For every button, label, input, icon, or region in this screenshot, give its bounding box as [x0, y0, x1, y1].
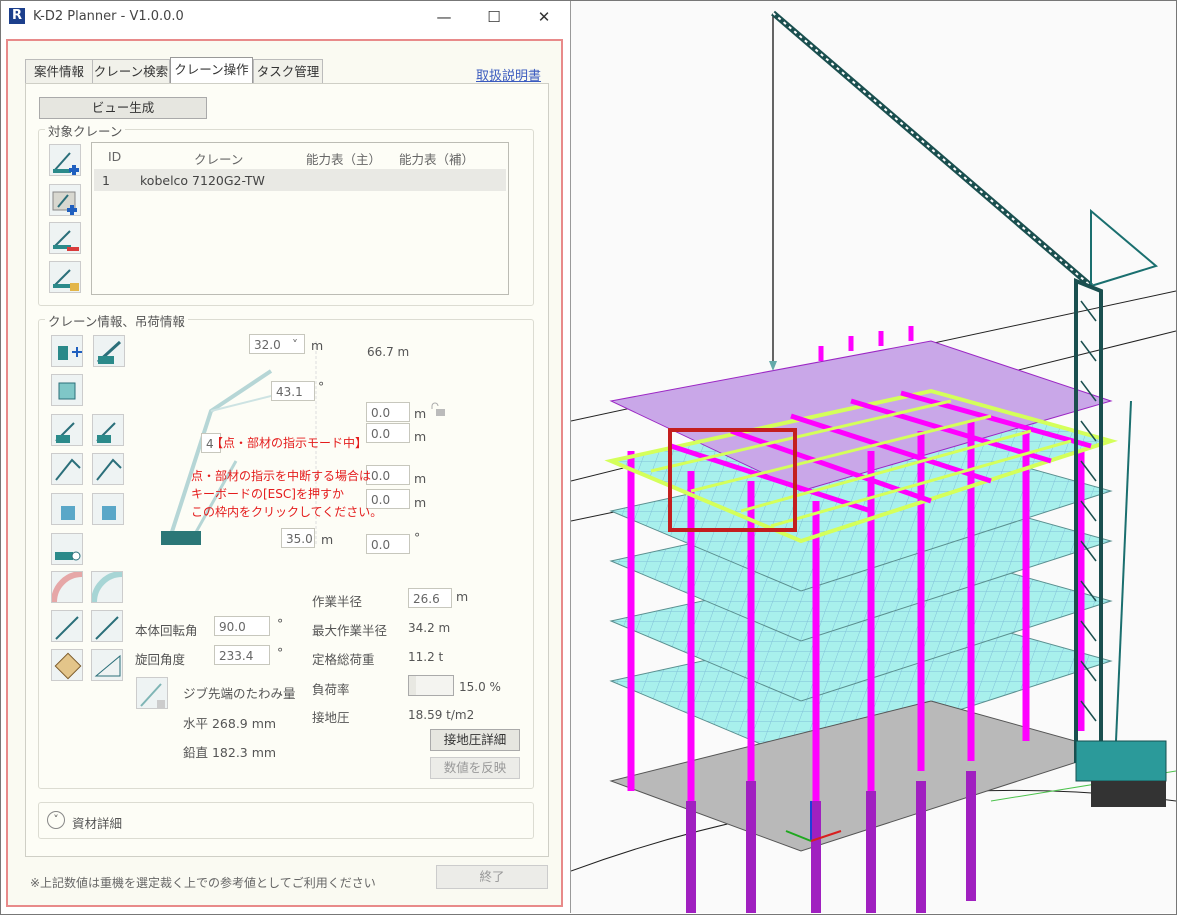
swing-angle-label: 旋回角度	[135, 652, 186, 667]
horizontal-deflection: 水平 268.9 mm	[183, 716, 277, 731]
load-rate-bar	[408, 675, 454, 696]
load-rate-label: 負荷率	[312, 682, 350, 697]
rotate-boom-right-icon[interactable]	[92, 414, 124, 446]
row-id: 1	[102, 173, 110, 188]
body-rotation-field[interactable]: 90.0	[214, 616, 270, 636]
unlock-icon[interactable]	[429, 401, 447, 417]
crane-down-icon[interactable]	[92, 493, 124, 525]
unit-label: m	[414, 406, 427, 421]
angle-unit: °	[318, 379, 325, 394]
crane-up-icon[interactable]	[51, 493, 83, 525]
radius-teal-icon[interactable]	[91, 571, 123, 603]
raise-boom-icon[interactable]	[51, 453, 83, 485]
load-rate-fill	[409, 676, 416, 695]
chevron-down-icon[interactable]: ˅	[47, 811, 65, 829]
max-radius-label: 最大作業半径	[312, 623, 388, 638]
load-rate-value: 15.0 %	[459, 680, 501, 694]
tab-task-management[interactable]: タスク管理	[253, 59, 323, 83]
list-header-cap-sub: 能力表（補）	[399, 152, 475, 167]
work-radius-label: 作業半径	[312, 594, 363, 609]
unit-label: m	[414, 429, 427, 444]
swing-angle-field[interactable]: 233.4	[214, 645, 270, 665]
tab-crane-search[interactable]: クレーン検索	[92, 59, 170, 83]
measure-icon[interactable]	[91, 649, 123, 681]
end-button[interactable]: 終了	[436, 865, 548, 889]
tab-crane-operation[interactable]: クレーン操作	[170, 57, 253, 83]
floor-slabs	[609, 340, 1113, 852]
target-crane-list[interactable]: ID クレーン 能力表（主） 能力表（補） 1 kobelco 7120G2-T…	[91, 142, 509, 295]
generate-view-button[interactable]: ビュー生成	[39, 97, 207, 119]
material-box-icon[interactable]	[51, 649, 83, 681]
window-title: K-D2 Planner - V1.0.0.0	[33, 9, 184, 24]
boom-unit: m	[311, 338, 324, 353]
work-range-alt-icon[interactable]	[91, 610, 123, 642]
apply-values-button[interactable]: 数値を反映	[430, 757, 520, 779]
offset-field-1[interactable]: 0.0	[366, 402, 410, 422]
height-value: 66.7 m	[367, 345, 410, 359]
manual-link[interactable]: 取扱説明書	[476, 65, 541, 84]
mode-title[interactable]: 【点・部材の指示モード中】	[211, 434, 367, 451]
row-crane-name: kobelco 7120G2-TW	[140, 173, 265, 188]
boom-length-value: 32.0	[254, 338, 281, 352]
list-header-crane: クレーン	[194, 152, 244, 167]
lower-boom-icon[interactable]	[92, 453, 124, 485]
mode-line-2[interactable]: キーボードの[ESC]を押すか	[191, 485, 344, 502]
boom-length-select[interactable]: 32.0 ˅	[249, 334, 305, 354]
deflection-icon	[136, 677, 168, 709]
remove-crane-icon[interactable]	[49, 222, 81, 254]
list-header-cap-main: 能力表（主）	[306, 152, 382, 167]
deflection-label: ジブ先端のたわみ量	[183, 686, 296, 701]
material-detail-label: 資材詳細	[72, 816, 123, 831]
select-material-icon[interactable]	[51, 374, 83, 406]
close-button[interactable]: ✕	[521, 1, 567, 33]
vertical-deflection: 鉛直 182.3 mm	[183, 745, 277, 760]
tab-project-info[interactable]: 案件情報	[25, 59, 93, 83]
list-header-id: ID	[108, 149, 122, 164]
mode-line-3[interactable]: この枠内をクリックしてください。	[191, 503, 382, 520]
work-radius-unit: m	[456, 589, 469, 604]
offset-field-2[interactable]: 0.0	[366, 423, 410, 443]
max-radius-value: 34.2 m	[408, 621, 451, 635]
work-radius-field[interactable]: 26.6	[408, 588, 452, 608]
work-range-icon[interactable]	[51, 610, 83, 642]
rotate-boom-left-icon[interactable]	[51, 414, 83, 446]
degree-label: °	[277, 616, 284, 631]
unit-label: m	[414, 471, 427, 486]
revit-app-icon: R	[9, 8, 25, 24]
building-model	[571, 10, 1176, 913]
target-crane-label: 対象クレーン	[45, 121, 126, 140]
crane-body-icon[interactable]	[93, 335, 125, 367]
add-crane-icon[interactable]	[49, 144, 81, 176]
offset-field-3[interactable]: 0.0	[366, 465, 410, 485]
move-crane-icon[interactable]	[51, 335, 83, 367]
maximize-button[interactable]: ☐	[471, 1, 517, 33]
model-3d-view[interactable]	[571, 1, 1176, 913]
radius-red-icon[interactable]	[51, 571, 83, 603]
body-rotation-label: 本体回転角	[135, 623, 198, 638]
list-item[interactable]: 1 kobelco 7120G2-TW	[94, 169, 506, 191]
title-bar: R K-D2 Planner - V1.0.0.0 — ☐ ✕	[1, 1, 570, 33]
add-crane-from-folder-icon[interactable]	[49, 184, 81, 216]
crane-view-icon[interactable]	[51, 533, 83, 565]
rated-load-value: 11.2 t	[408, 650, 444, 664]
chevron-down-icon: ˅	[292, 338, 298, 352]
base-length-field[interactable]: 35.0	[281, 528, 315, 548]
unit-label: m	[414, 495, 427, 510]
degree-label: °	[277, 645, 284, 660]
unit-label: m	[321, 532, 334, 547]
rated-load-label: 定格総荷重	[312, 652, 375, 667]
planner-window: R K-D2 Planner - V1.0.0.0 — ☐ ✕ 案件情報 クレー…	[1, 1, 571, 913]
bottom-angle-field[interactable]: 0.0	[366, 534, 410, 554]
mode-line-1[interactable]: 点・部材の指示を中断する場合は	[191, 467, 371, 484]
ground-pressure-detail-button[interactable]: 接地圧詳細	[430, 729, 520, 751]
minimize-button[interactable]: —	[421, 1, 467, 33]
crane-info-label: クレーン情報、吊荷情報	[45, 311, 188, 330]
ground-pressure-label: 接地圧	[312, 710, 350, 725]
boom-angle-field[interactable]: 43.1	[271, 381, 315, 401]
degree-label: °	[414, 530, 421, 545]
lock-crane-icon[interactable]	[49, 261, 81, 293]
footer-note: ※上記数値は重機を選定裁く上での参考値としてご利用ください	[30, 876, 376, 890]
ground-pressure-value: 18.59 t/m2	[408, 708, 475, 722]
